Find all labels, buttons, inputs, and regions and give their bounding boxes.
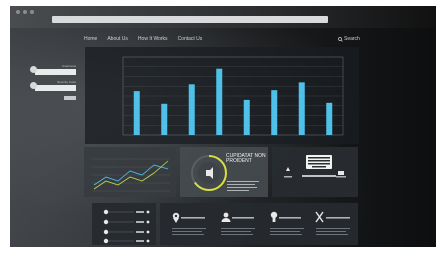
chart-bar (326, 102, 333, 135)
lightbulb-icon (270, 211, 278, 222)
keyboard-illustration (284, 155, 346, 178)
username-field[interactable] (30, 66, 76, 75)
login-form: Username Security Code (30, 64, 76, 100)
password-label: Security Code (57, 80, 76, 84)
lock-avatar-icon (30, 82, 37, 89)
search-link[interactable]: Search (338, 36, 360, 42)
features-card (160, 203, 358, 245)
nav-item-how-it-works[interactable]: How It Works (138, 36, 168, 42)
bar-chart (122, 56, 344, 136)
browser-titlebar (10, 6, 436, 28)
search-icon (338, 36, 343, 42)
chart-bar (243, 99, 250, 135)
chart-bar (298, 82, 305, 135)
chart-bar (133, 91, 140, 135)
card-title: CUPIDATAT NON PROIDENT (226, 153, 266, 164)
tools-icon (315, 211, 324, 223)
minimize-dot[interactable] (23, 10, 27, 14)
close-dot[interactable] (16, 10, 20, 14)
chart-grid (123, 66, 343, 126)
keyboard-card (272, 147, 358, 197)
monitor-icon (338, 171, 344, 175)
password-field[interactable] (30, 82, 76, 91)
nav-item-contact[interactable]: Contact Us (178, 36, 203, 42)
chart-bar (216, 68, 223, 135)
maximize-dot[interactable] (30, 10, 34, 14)
toggle-dot[interactable] (103, 219, 109, 225)
window-controls (16, 10, 34, 14)
user-icon (221, 212, 231, 222)
username-label: Username (62, 64, 76, 68)
toggle-dot[interactable] (103, 209, 109, 215)
nav-item-home[interactable]: Home (84, 36, 97, 42)
location-pin-icon (172, 212, 180, 223)
chart-bar (271, 90, 278, 135)
line-chart (92, 158, 170, 192)
chart-bar (161, 103, 168, 135)
toggle-dot[interactable] (103, 229, 109, 235)
features-strip (172, 211, 350, 235)
user-avatar-icon (30, 66, 37, 73)
nav-item-about[interactable]: About Us (107, 36, 128, 42)
main-chart-panel (85, 47, 359, 144)
toggle-list-card (92, 203, 156, 245)
login-button[interactable] (64, 96, 76, 100)
top-nav: Home About Us How It Works Contact Us (84, 36, 202, 42)
search-label: Search (344, 36, 360, 42)
toggle-list (103, 209, 150, 244)
chart-bars (133, 68, 333, 135)
arrow-icon (286, 167, 290, 171)
chart-bar (188, 84, 195, 135)
address-bar[interactable] (52, 16, 328, 23)
line-chart-card (84, 147, 176, 197)
toggle-dot[interactable] (103, 238, 109, 244)
